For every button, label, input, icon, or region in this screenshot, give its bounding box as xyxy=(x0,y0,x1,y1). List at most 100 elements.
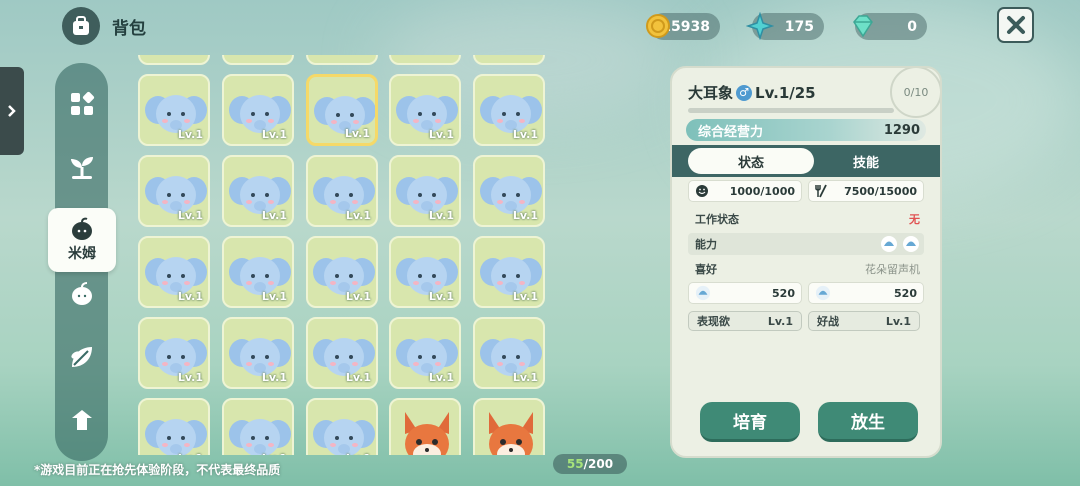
creature-slot-elephant[interactable]: Lv.1 xyxy=(138,74,210,146)
sidebar-active-label: 米姆 xyxy=(68,246,96,262)
creature-slot-elephant[interactable]: Lv.1 xyxy=(473,155,545,227)
elephant-portrait xyxy=(229,419,291,455)
tab-skills[interactable]: 技能 xyxy=(814,148,918,174)
close-icon xyxy=(1006,16,1025,34)
creature-slot-fox[interactable] xyxy=(473,398,545,455)
creature-slot-elephant[interactable]: Lv.1 xyxy=(306,74,378,146)
slot-level: Lv.1 xyxy=(261,209,287,222)
expand-side-tab[interactable] xyxy=(0,67,24,155)
creature-slot-elephant[interactable]: Lv.1 xyxy=(389,236,461,308)
sidebar-item-all[interactable] xyxy=(55,84,108,124)
release-button[interactable]: 放生 xyxy=(818,402,918,442)
creature-slot-partial[interactable] xyxy=(222,55,294,65)
trait-1-level: Lv.1 xyxy=(767,314,793,328)
creature-slot-partial[interactable] xyxy=(138,55,210,65)
ability-icon xyxy=(881,236,897,252)
creature-slot-elephant[interactable]: Lv.1 xyxy=(138,317,210,389)
diamond-value: 0 xyxy=(907,18,917,35)
creature-slot-elephant[interactable]: Lv.1 xyxy=(222,74,294,146)
preference-label: 喜好 xyxy=(695,263,717,276)
creature-slot-elephant[interactable]: Lv.1 xyxy=(222,398,294,455)
preference-value: 花朵留声机 xyxy=(865,263,920,276)
elephant-portrait xyxy=(145,419,207,455)
creature-level: Lv.1/25 xyxy=(755,83,816,102)
slot-level: Lv.1 xyxy=(178,452,203,455)
creature-slot-elephant[interactable]: Lv.1 xyxy=(473,317,545,389)
creature-slot-elephant[interactable]: Lv.1 xyxy=(389,74,461,146)
creature-slot-elephant[interactable]: Lv.1 xyxy=(389,317,461,389)
backpack-icon xyxy=(62,7,100,45)
trait-2[interactable]: 好战 Lv.1 xyxy=(808,311,920,331)
creature-slot-elephant[interactable]: Lv.1 xyxy=(306,155,378,227)
work-status-row: 工作状态 无 xyxy=(688,208,924,230)
creature-slot-elephant[interactable]: Lv.1 xyxy=(306,398,378,455)
fox-portrait xyxy=(405,412,449,455)
trait-1-name: 表现欲 xyxy=(697,315,730,328)
slot-level: Lv.1 xyxy=(177,290,203,303)
inventory-current: 55 xyxy=(566,457,584,471)
star-shard-icon xyxy=(744,10,776,42)
creature-slot-elephant[interactable]: Lv.1 xyxy=(473,236,545,308)
creature-slot-elephant[interactable]: Lv.1 xyxy=(138,236,210,308)
slot-level: Lv.1 xyxy=(261,128,287,141)
slot-level: Lv.1 xyxy=(345,290,371,303)
sprout-icon xyxy=(70,157,93,179)
creature-slot-elephant[interactable]: Lv.1 xyxy=(222,236,294,308)
grid-icon xyxy=(70,91,94,115)
ability-1-value: 520 xyxy=(772,286,795,300)
creature-name: 大耳象 xyxy=(688,84,734,102)
diamond-icon xyxy=(847,10,879,42)
slot-level: Lv.1 xyxy=(177,209,203,222)
sidebar-item-house[interactable] xyxy=(55,400,108,440)
detail-panel: 大耳象 ♂ Lv.1/25 0/10 综合经营力 1290 状态 技能 1000… xyxy=(670,66,942,458)
creature-slot-elephant[interactable]: Lv.1 xyxy=(222,317,294,389)
creature-slot-elephant[interactable]: Lv.1 xyxy=(389,155,461,227)
creature-slot-elephant[interactable]: Lv.1 xyxy=(306,317,378,389)
creature-grid: Lv.1 Lv.1 Lv.1 Lv.1 Lv.1 Lv.1 Lv.1 Lv.1 Lv.1 Lv.1… xyxy=(138,55,548,455)
slot-level: Lv.1 xyxy=(512,209,538,222)
creature-slot-elephant[interactable]: Lv.1 xyxy=(473,74,545,146)
leaf-icon xyxy=(70,347,92,367)
ability-icon xyxy=(695,285,711,301)
sidebar-item-leaves[interactable] xyxy=(55,337,108,377)
slot-level: Lv.1 xyxy=(512,290,538,303)
trait-2-level: Lv.1 xyxy=(885,314,911,328)
slot-level: Lv.1 xyxy=(344,127,370,140)
preference-row: 喜好 花朵留声机 xyxy=(688,258,924,280)
sidebar-item-fruit[interactable] xyxy=(55,274,108,314)
creature-slot-elephant[interactable]: Lv.1 xyxy=(138,398,210,455)
close-button[interactable] xyxy=(997,7,1034,43)
ability-2-stat: 520 xyxy=(808,282,924,304)
creature-slot-partial[interactable] xyxy=(473,55,545,65)
work-status-label: 工作状态 xyxy=(695,213,739,226)
ability-label: 能力 xyxy=(695,238,717,251)
sidebar-item-mim[interactable]: 米姆 xyxy=(48,208,116,272)
creature-slot-fox[interactable] xyxy=(389,398,461,455)
inventory-count: 55/200 xyxy=(553,454,627,474)
chevron-right-icon xyxy=(8,105,16,117)
breed-button[interactable]: 培育 xyxy=(700,402,800,442)
fruit-icon xyxy=(71,282,92,305)
stamina-stat: 7500/15000 xyxy=(808,180,924,202)
sidebar-item-plants[interactable] xyxy=(55,147,108,187)
work-status-value: 无 xyxy=(909,213,920,226)
level-progress-bar xyxy=(688,108,894,113)
elephant-portrait xyxy=(313,419,375,455)
creature-slot-elephant[interactable]: Lv.1 xyxy=(138,155,210,227)
slot-level: Lv.1 xyxy=(346,452,371,455)
creature-slot-elephant[interactable]: Lv.1 xyxy=(222,155,294,227)
inventory-total: /200 xyxy=(583,457,614,471)
ability-icon xyxy=(903,236,919,252)
creature-slot-partial[interactable] xyxy=(389,55,461,65)
ability-icon xyxy=(815,285,831,301)
power-label: 综合经营力 xyxy=(698,124,764,140)
fork-knife-icon xyxy=(815,184,827,198)
creature-slot-elephant[interactable]: Lv.1 xyxy=(306,236,378,308)
ability-row: 能力 xyxy=(688,233,924,255)
tab-status[interactable]: 状态 xyxy=(688,148,814,174)
creature-slot-partial[interactable] xyxy=(306,55,378,65)
detail-tabs: 状态 技能 xyxy=(672,145,940,177)
slot-level: Lv.1 xyxy=(512,128,538,141)
trait-1[interactable]: 表现欲 Lv.1 xyxy=(688,311,802,331)
slot-level: Lv.1 xyxy=(428,371,454,384)
